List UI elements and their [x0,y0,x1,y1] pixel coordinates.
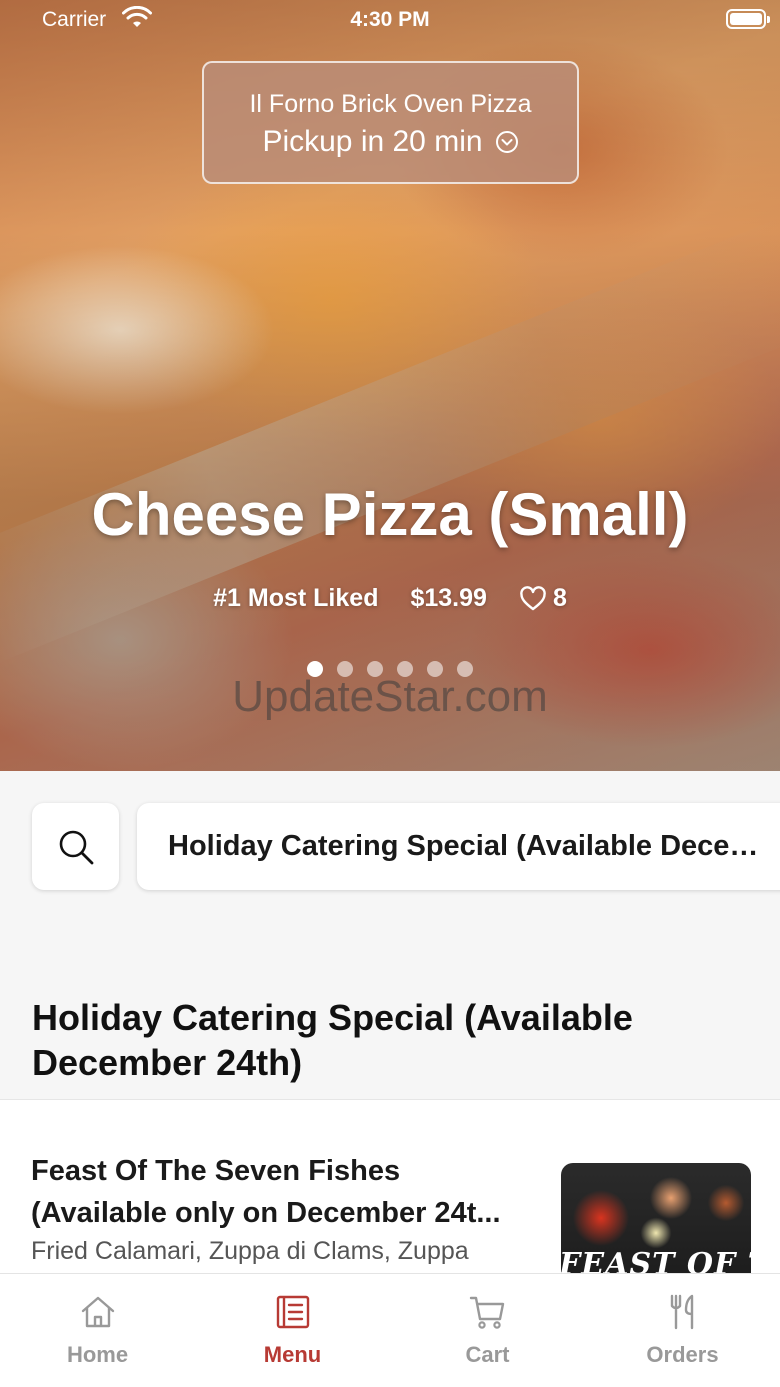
likes-value: 8 [552,584,567,612]
status-bar: Carrier 4:30 PM [0,0,780,40]
chevron-down-circle-icon [495,131,518,153]
store-selector[interactable]: Il Forno Brick Oven Pizza Pickup in 20 m… [202,61,579,184]
cart-icon [469,1296,504,1329]
app-screen: Carrier 4:30 PM Il Forno Brick Oven Pizz… [0,0,780,1387]
menu-list: Feast Of The Seven Fishes (Available onl… [0,1099,780,1303]
most-liked-badge: #1 Most Liked [213,584,379,612]
watermark: UpdateStar.com [232,672,548,721]
hero-price: $13.99 [410,584,487,612]
tab-home-label: Home [66,1342,129,1367]
tab-menu[interactable]: Menu [195,1274,390,1387]
tab-bar: Home Menu Cart Orders [0,1273,780,1387]
tab-home[interactable]: Home [0,1274,195,1387]
hero-item-title: Cheese Pizza (Small) [91,481,689,548]
tab-orders[interactable]: Orders [585,1274,780,1387]
menu-item-description: Fried Calamari, Zuppa di Clams, Zuppa [31,1237,469,1265]
battery-icon [726,9,770,29]
search-button[interactable] [32,803,119,890]
hero-banner[interactable]: Carrier 4:30 PM Il Forno Brick Oven Pizz… [0,0,780,771]
pickup-time[interactable]: Pickup in 20 min [204,125,577,159]
tab-cart-label: Cart [465,1342,510,1367]
heart-icon [520,585,546,610]
tab-orders-label: Orders [646,1342,719,1367]
home-icon [81,1296,114,1328]
store-name: Il Forno Brick Oven Pizza [249,90,532,118]
hero-item-meta: #1 Most Liked $13.99 8 [0,584,780,613]
utensils-icon [670,1294,693,1330]
category-selector[interactable]: Holiday Catering Special (Available Dece… [137,803,780,890]
likes-count[interactable]: 8 [519,584,567,613]
menu-icon [276,1295,309,1329]
tab-cart[interactable]: Cart [390,1274,585,1387]
clock: 4:30 PM [350,8,430,31]
category-selected-label: Holiday Catering Special (Available Dece… [168,830,778,862]
menu-item-title: Feast Of The Seven Fishes (Available onl… [31,1155,501,1229]
search-icon [59,830,93,864]
section-title: Holiday Catering Special (Available Dece… [32,997,633,1083]
tab-menu-label: Menu [263,1342,322,1367]
pickup-label: Pickup in 20 min [262,125,483,158]
